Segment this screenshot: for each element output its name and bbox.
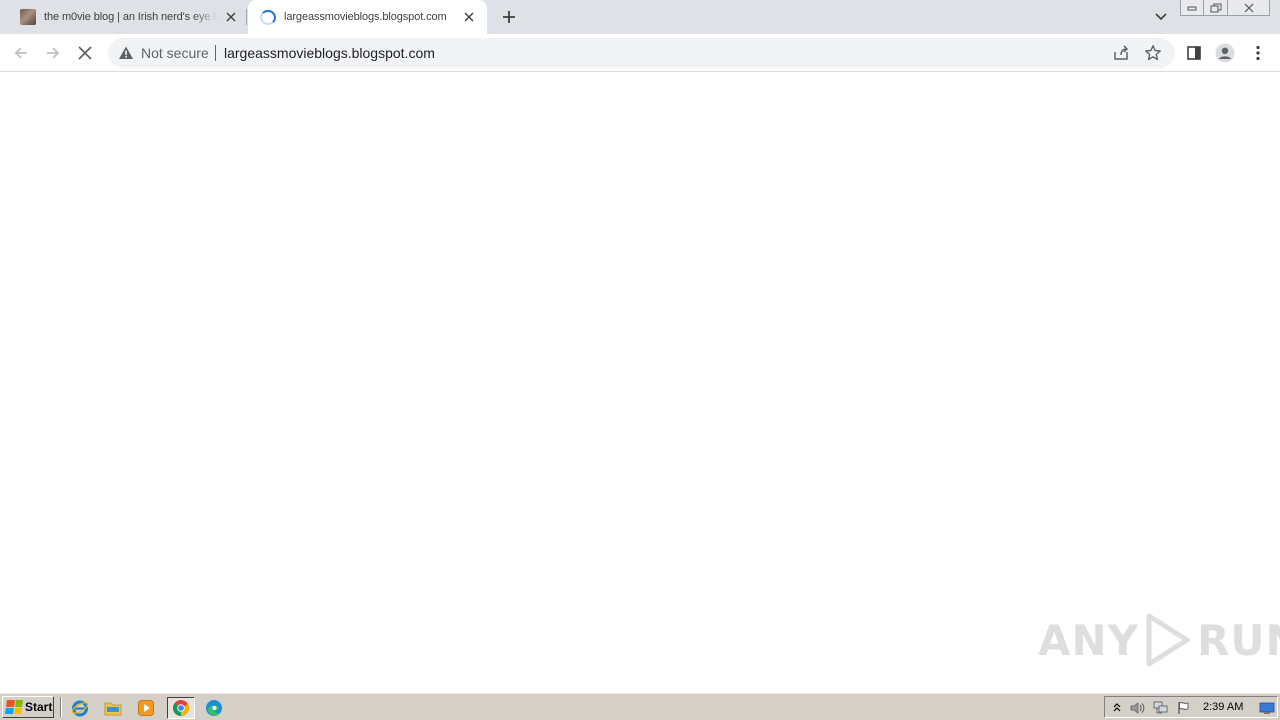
system-tray: 2:39 AM [1104,696,1278,718]
anyrun-watermark: ANY RUN [1038,610,1280,670]
start-label: Start [25,700,53,714]
stop-loading-button[interactable] [72,40,98,66]
new-tab-button[interactable] [498,6,520,28]
media-player-button[interactable] [135,697,157,719]
chrome-icon [173,700,189,716]
windows-taskbar: Start 2:39 AM [0,692,1280,720]
system-clock[interactable]: 2:39 AM [1203,701,1243,713]
show-desktop-button[interactable] [1259,700,1275,716]
speaker-icon [1130,702,1145,714]
file-explorer-button[interactable] [102,697,124,719]
side-panel-icon [1187,46,1201,60]
minimize-button[interactable] [1180,0,1204,16]
tab-close-icon[interactable] [459,7,479,27]
stop-icon [78,46,92,60]
restore-icon [1210,3,1221,12]
windows-logo-icon [5,700,23,714]
media-player-icon [138,700,154,716]
chevron-up-icon [1113,703,1121,712]
tab-close-icon[interactable] [224,7,238,27]
url-text[interactable]: largeassmovieblogs.blogspot.com [224,45,435,61]
chrome-taskbar-button[interactable] [167,697,195,719]
edge-icon [206,700,222,716]
watermark-text-left: ANY [1038,615,1140,665]
folder-icon [104,702,122,716]
arrow-left-icon [14,47,27,59]
loading-spinner-icon [260,9,276,25]
avatar-icon [1215,43,1235,63]
window-controls [1180,0,1270,16]
restore-button[interactable] [1204,0,1228,16]
side-panel-button[interactable] [1184,43,1204,63]
page-content [0,72,1280,692]
warning-triangle-icon[interactable] [118,45,134,61]
bookmark-star-icon[interactable] [1144,44,1162,62]
close-icon [1244,3,1253,12]
tab-largeass-blog[interactable]: largeassmovieblogs.blogspot.com [248,0,487,34]
play-logo-icon [1146,613,1190,667]
tab-movie-blog[interactable]: the m0vie blog | an Irish nerd's eye loo… [8,0,246,34]
internet-explorer-icon [71,700,89,717]
internet-explorer-button[interactable] [69,697,91,719]
desktop-icon [1259,702,1275,714]
omnibox-divider [215,45,216,61]
plus-icon [503,11,515,23]
security-status-label[interactable]: Not secure [141,45,209,61]
network-button[interactable] [1153,700,1169,716]
address-bar[interactable]: Not secure largeassmovieblogs.blogspot.c… [108,38,1175,68]
minimize-icon [1187,6,1197,10]
back-button[interactable] [8,40,34,66]
edge-button[interactable] [203,697,225,719]
kebab-menu-icon [1256,45,1260,61]
forward-button[interactable] [40,40,66,66]
close-window-button[interactable] [1228,0,1270,16]
flag-icon [1178,702,1189,714]
network-icon [1153,701,1168,714]
watermark-text-right: RUN [1197,615,1280,665]
tab-title: the m0vie blog | an Irish nerd's eye loo… [44,11,218,23]
arrow-right-icon [47,47,60,59]
browser-toolbar: Not secure largeassmovieblogs.blogspot.c… [0,34,1280,72]
tab-title: largeassmovieblogs.blogspot.com [284,11,447,23]
menu-button[interactable] [1248,43,1268,63]
tab-strip: the m0vie blog | an Irish nerd's eye loo… [0,0,1280,34]
action-center-button[interactable] [1176,700,1192,716]
share-icon[interactable] [1112,44,1130,62]
tab-search-button[interactable] [1151,8,1171,26]
taskbar-separator [60,697,62,717]
start-button[interactable]: Start [2,696,54,718]
chevron-down-icon [1155,13,1167,21]
volume-button[interactable] [1130,700,1146,716]
tab-separator [246,9,247,25]
show-hidden-icons-button[interactable] [1109,700,1125,716]
profile-button[interactable] [1215,43,1235,63]
site-favicon-icon [20,9,36,25]
